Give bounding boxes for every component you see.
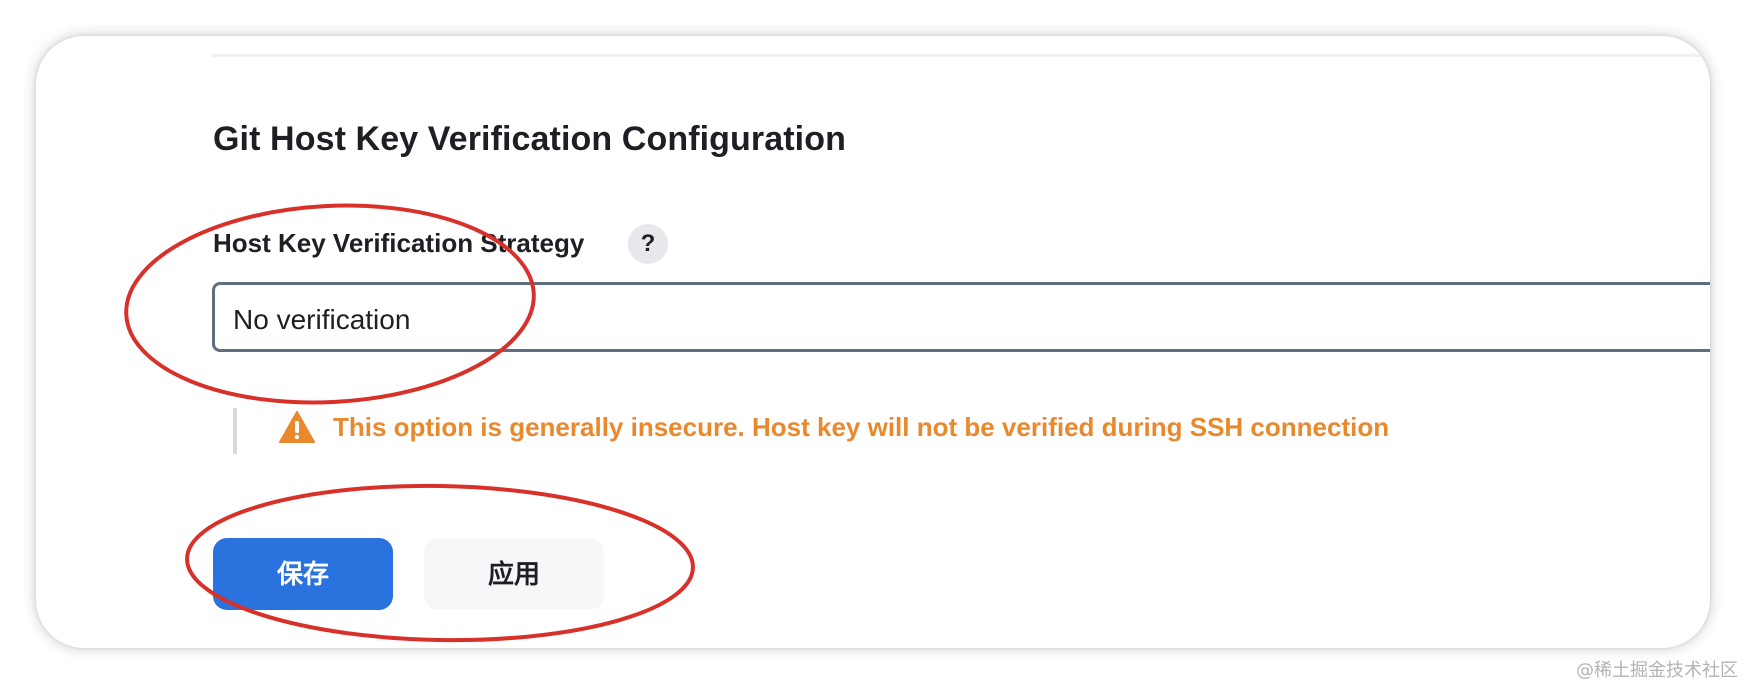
host-key-strategy-label: Host Key Verification Strategy	[213, 228, 585, 258]
config-card: Git Host Key Verification Configuration …	[36, 36, 1710, 648]
selected-strategy-value: No verification	[233, 304, 411, 335]
watermark: @稀土掘金技术社区	[1576, 660, 1738, 681]
save-button[interactable]: 保存	[213, 538, 393, 610]
host-key-strategy-select[interactable]: No verification	[212, 282, 1710, 352]
warning-triangle-icon	[279, 411, 315, 443]
warning-message: This option is generally insecure. Host …	[333, 412, 1390, 442]
section-divider	[212, 54, 1710, 57]
section-title: Git Host Key Verification Configuration	[213, 120, 846, 158]
apply-button[interactable]: 应用	[424, 538, 604, 610]
help-icon[interactable]: ?	[628, 224, 668, 264]
warning-left-bar	[233, 408, 237, 454]
page: Git Host Key Verification Configuration …	[0, 0, 1746, 684]
